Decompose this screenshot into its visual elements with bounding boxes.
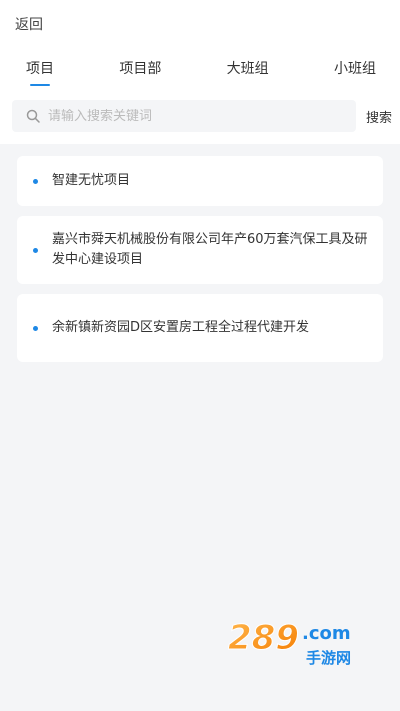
project-name: 余新镇新资园D区安置房工程全过程代建开发 bbox=[52, 320, 310, 335]
project-item[interactable]: 余新镇新资园D区安置房工程全过程代建开发 bbox=[17, 294, 383, 362]
header: 返回 bbox=[0, 0, 400, 48]
search-icon bbox=[26, 109, 40, 123]
watermark-sub: 手游网 bbox=[306, 649, 351, 667]
tab-project-department[interactable]: 项目部 bbox=[119, 58, 161, 86]
project-item[interactable]: 智建无忧项目 bbox=[17, 156, 383, 206]
search-button[interactable]: 搜索 bbox=[366, 107, 392, 126]
tab-small-team[interactable]: 小班组 bbox=[334, 58, 376, 86]
tab-large-team[interactable]: 大班组 bbox=[227, 58, 269, 86]
bullet-dot-icon bbox=[33, 325, 38, 331]
tab-project[interactable]: 项目 bbox=[26, 58, 54, 86]
search-bar: 搜索 bbox=[0, 88, 400, 144]
back-button[interactable]: 返回 bbox=[15, 14, 43, 34]
bullet-dot-icon bbox=[33, 247, 38, 253]
search-input[interactable] bbox=[48, 108, 308, 124]
watermark-domain: .com bbox=[302, 623, 351, 644]
bullet-dot-icon bbox=[33, 178, 38, 184]
project-name: 嘉兴市舜天机械股份有限公司年产60万套汽保工具及研发中心建设项目 bbox=[52, 232, 368, 267]
project-name: 智建无忧项目 bbox=[52, 173, 131, 188]
search-box[interactable] bbox=[12, 100, 356, 132]
watermark-number: 289 bbox=[228, 618, 299, 658]
tab-bar: 项目 项目部 大班组 小班组 bbox=[0, 48, 400, 88]
project-item[interactable]: 嘉兴市舜天机械股份有限公司年产60万套汽保工具及研发中心建设项目 bbox=[17, 216, 383, 284]
watermark-logo: 289 .com 手游网 bbox=[228, 615, 378, 669]
